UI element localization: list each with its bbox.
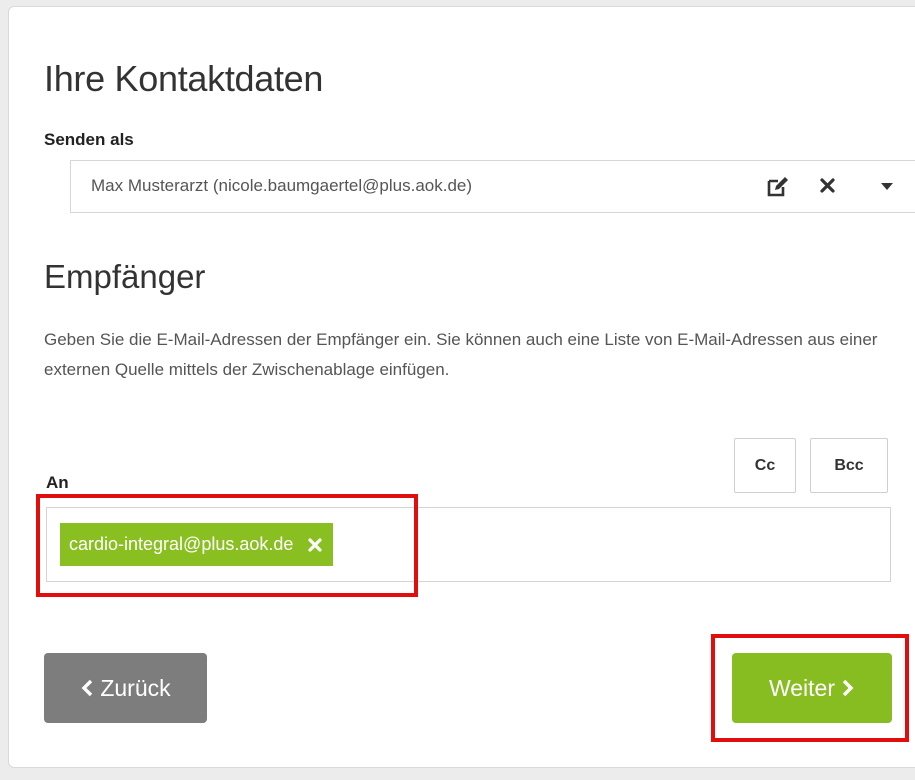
send-as-label: Senden als	[44, 130, 134, 149]
dropdown-caret-icon[interactable]	[875, 173, 901, 199]
back-button[interactable]: Zurück	[44, 653, 207, 723]
sender-value: Max Musterarzt (nicole.baumgaertel@plus.…	[91, 176, 473, 195]
back-button-label: Zurück	[100, 674, 171, 701]
edit-icon[interactable]	[765, 173, 791, 199]
next-button[interactable]: Weiter	[732, 653, 892, 723]
remove-recipient-icon[interactable]	[307, 537, 323, 553]
contact-heading: Ihre Kontaktdaten	[44, 58, 324, 99]
to-label: An	[46, 473, 69, 492]
recipients-heading: Empfänger	[44, 258, 206, 295]
recipients-description: Geben Sie die E-Mail-Adressen der Empfän…	[44, 330, 878, 379]
cc-button[interactable]: Cc	[734, 438, 796, 493]
clear-icon[interactable]	[815, 173, 841, 199]
chevron-right-icon	[842, 679, 854, 697]
chevron-left-icon	[81, 679, 93, 697]
to-recipients-input[interactable]: cardio-integral@plus.aok.de	[46, 507, 891, 582]
sender-select[interactable]: Max Musterarzt (nicole.baumgaertel@plus.…	[70, 160, 915, 213]
recipient-chip: cardio-integral@plus.aok.de	[60, 523, 334, 566]
recipient-chip-label: cardio-integral@plus.aok.de	[69, 534, 294, 554]
next-button-label: Weiter	[768, 674, 836, 701]
bcc-button[interactable]: Bcc	[810, 438, 888, 493]
